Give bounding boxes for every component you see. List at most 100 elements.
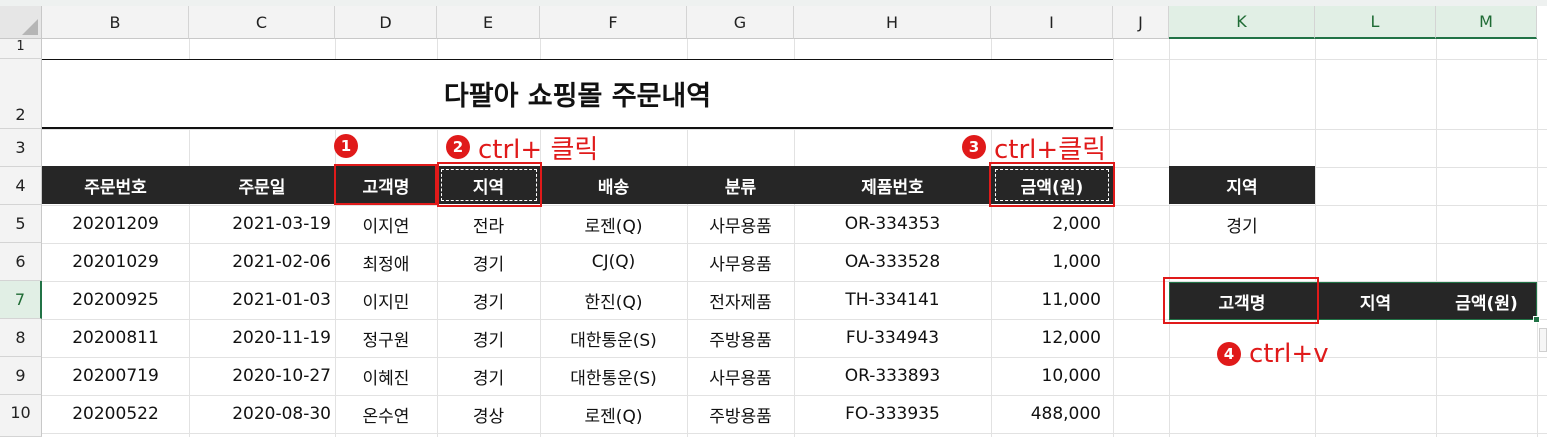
table-cell[interactable]: OR-334353 bbox=[794, 205, 991, 243]
column-header-j[interactable]: J bbox=[1113, 6, 1169, 39]
table-cell[interactable]: 20200719 bbox=[42, 357, 189, 395]
table-cell[interactable]: 사무용품 bbox=[687, 243, 794, 281]
row-header-2[interactable]: 2 bbox=[0, 59, 42, 129]
table-cell[interactable]: 1,000 bbox=[991, 243, 1113, 281]
annotation-step-2: 2 ctrl+ 클릭 bbox=[446, 132, 598, 165]
table-cell[interactable]: CJ(Q) bbox=[540, 243, 687, 281]
pasted-header-region[interactable]: 지역 bbox=[1315, 282, 1436, 320]
row-header-6[interactable]: 6 bbox=[0, 243, 42, 281]
table-cell[interactable]: 이지연 bbox=[335, 205, 437, 243]
header-shipping[interactable]: 배송 bbox=[540, 166, 687, 204]
criteria-header-region[interactable]: 지역 bbox=[1169, 166, 1315, 204]
table-cell[interactable]: 전라 bbox=[437, 205, 540, 243]
table-cell[interactable]: 경기 bbox=[437, 319, 540, 357]
table-cell[interactable]: 경기 bbox=[437, 281, 540, 319]
step-1-badge-icon: 1 bbox=[334, 134, 358, 158]
table-cell[interactable]: 11,000 bbox=[991, 281, 1113, 319]
gridline bbox=[42, 433, 1547, 434]
table-cell[interactable]: 온수연 bbox=[335, 395, 437, 433]
table-cell[interactable]: 2020-10-27 bbox=[189, 357, 335, 395]
select-all-triangle-icon bbox=[22, 19, 38, 35]
table-cell[interactable]: 2021-01-03 bbox=[189, 281, 335, 319]
gridline bbox=[42, 129, 1547, 130]
column-header-f[interactable]: F bbox=[540, 6, 687, 39]
table-cell[interactable]: 2021-02-06 bbox=[189, 243, 335, 281]
row-header-7[interactable]: 7 bbox=[0, 281, 42, 319]
paste-options-button[interactable] bbox=[1539, 328, 1547, 352]
column-header-e[interactable]: E bbox=[437, 6, 540, 39]
table-cell[interactable]: 2,000 bbox=[991, 205, 1113, 243]
column-header-l[interactable]: L bbox=[1315, 6, 1436, 39]
table-cell[interactable]: OR-333893 bbox=[794, 357, 991, 395]
table-cell[interactable]: 대한통운(S) bbox=[540, 319, 687, 357]
highlight-box-amount bbox=[989, 162, 1115, 207]
table-cell[interactable]: 정구원 bbox=[335, 319, 437, 357]
header-order-no[interactable]: 주문번호 bbox=[42, 166, 189, 204]
row-header-8[interactable]: 8 bbox=[0, 319, 42, 357]
table-cell[interactable]: 2021-03-19 bbox=[189, 205, 335, 243]
header-product-no[interactable]: 제품번호 bbox=[794, 166, 991, 204]
table-cell[interactable]: 사무용품 bbox=[687, 357, 794, 395]
table-cell[interactable]: 로젠(Q) bbox=[540, 395, 687, 433]
table-cell[interactable]: OA-333528 bbox=[794, 243, 991, 281]
table-cell[interactable]: 대한통운(S) bbox=[540, 357, 687, 395]
table-cell[interactable]: 전자제품 bbox=[687, 281, 794, 319]
step-2-badge-icon: 2 bbox=[446, 135, 470, 159]
table-cell[interactable]: 이혜진 bbox=[335, 357, 437, 395]
fill-handle[interactable] bbox=[1533, 316, 1540, 323]
column-header-c[interactable]: C bbox=[189, 6, 335, 39]
row-header-1[interactable]: 1 bbox=[0, 39, 42, 59]
step-3-badge-icon: 3 bbox=[962, 135, 986, 159]
table-cell[interactable]: 2020-08-30 bbox=[189, 395, 335, 433]
table-cell[interactable]: 사무용품 bbox=[687, 205, 794, 243]
gridline bbox=[1315, 39, 1316, 437]
column-header-b[interactable]: B bbox=[42, 6, 189, 39]
table-cell[interactable]: 2020-11-19 bbox=[189, 319, 335, 357]
highlight-box-region bbox=[437, 162, 542, 207]
row-header-9[interactable]: 9 bbox=[0, 357, 42, 395]
header-category[interactable]: 분류 bbox=[687, 166, 794, 204]
table-cell[interactable]: 로젠(Q) bbox=[540, 205, 687, 243]
table-cell[interactable]: 주방용품 bbox=[687, 319, 794, 357]
annotation-step-1: 1 bbox=[334, 132, 366, 160]
table-cell[interactable]: 한진(Q) bbox=[540, 281, 687, 319]
table-cell[interactable]: 20201209 bbox=[42, 205, 189, 243]
table-cell[interactable]: 20201029 bbox=[42, 243, 189, 281]
row-header-4[interactable]: 4 bbox=[0, 167, 42, 205]
table-cell[interactable]: 이지민 bbox=[335, 281, 437, 319]
annotation-step-4: 4 ctrl+v bbox=[1217, 339, 1329, 369]
column-header-m[interactable]: M bbox=[1436, 6, 1537, 39]
column-header-g[interactable]: G bbox=[687, 6, 794, 39]
table-cell[interactable]: 주방용품 bbox=[687, 395, 794, 433]
row-header-3[interactable]: 3 bbox=[0, 129, 42, 167]
table-cell[interactable]: 10,000 bbox=[991, 357, 1113, 395]
highlight-box-customer bbox=[334, 164, 437, 205]
gridline bbox=[1113, 39, 1114, 437]
table-cell[interactable]: FU-334943 bbox=[794, 319, 991, 357]
highlight-box-paste-target bbox=[1163, 277, 1319, 324]
table-cell[interactable]: TH-334141 bbox=[794, 281, 991, 319]
table-cell[interactable]: 12,000 bbox=[991, 319, 1113, 357]
row-header-10[interactable]: 10 bbox=[0, 395, 42, 437]
table-cell[interactable]: 488,000 bbox=[991, 395, 1113, 433]
table-cell[interactable]: 20200925 bbox=[42, 281, 189, 319]
header-order-date[interactable]: 주문일 bbox=[189, 166, 335, 204]
gridline bbox=[1436, 39, 1437, 437]
table-cell[interactable]: 20200522 bbox=[42, 395, 189, 433]
criteria-value-region[interactable]: 경기 bbox=[1169, 205, 1315, 243]
column-header-d[interactable]: D bbox=[335, 6, 437, 39]
table-cell[interactable]: 경기 bbox=[437, 243, 540, 281]
column-header-i[interactable]: I bbox=[991, 6, 1113, 39]
gridline bbox=[1537, 39, 1538, 437]
annotation-step-4-text: ctrl+v bbox=[1249, 339, 1329, 369]
table-cell[interactable]: 경상 bbox=[437, 395, 540, 433]
pasted-header-amount[interactable]: 금액(원) bbox=[1436, 282, 1537, 320]
column-header-k[interactable]: K bbox=[1169, 6, 1315, 39]
table-cell[interactable]: 20200811 bbox=[42, 319, 189, 357]
sheet-title[interactable]: 다팔아 쇼핑몰 주문내역 bbox=[42, 59, 1113, 129]
table-cell[interactable]: FO-333935 bbox=[794, 395, 991, 433]
table-cell[interactable]: 최정애 bbox=[335, 243, 437, 281]
row-header-5[interactable]: 5 bbox=[0, 205, 42, 243]
table-cell[interactable]: 경기 bbox=[437, 357, 540, 395]
column-header-h[interactable]: H bbox=[794, 6, 991, 39]
